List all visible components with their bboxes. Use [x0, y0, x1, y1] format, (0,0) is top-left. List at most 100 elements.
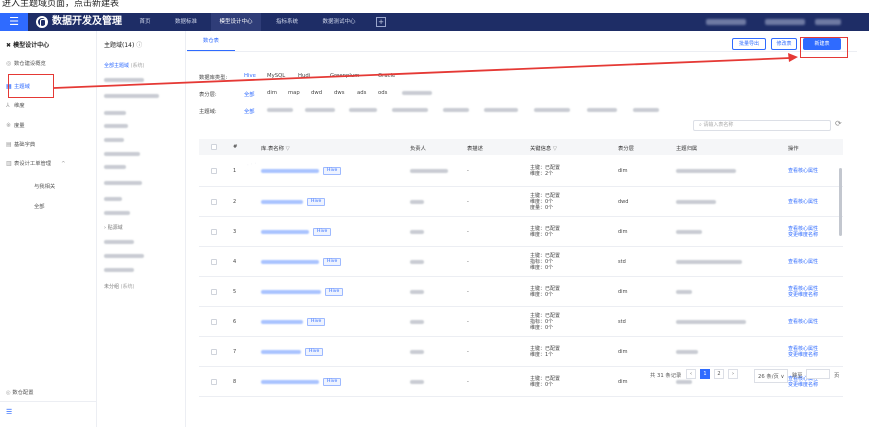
table-name-link[interactable] [261, 230, 309, 234]
domain-option-blurred[interactable] [484, 108, 518, 112]
domain-option-blurred[interactable] [267, 108, 293, 112]
sidebar-sub-related[interactable]: 与我相关 [34, 182, 55, 190]
batch-export-button[interactable]: 批量导出 [732, 38, 766, 50]
row-action-link[interactable]: 查看核心属性 [788, 168, 818, 174]
domain-item-blurred[interactable] [104, 240, 134, 244]
filter-layer-dws[interactable]: dws [334, 90, 344, 96]
filter-db-hive[interactable]: Hive [244, 73, 256, 79]
nav-model-design[interactable]: 模型设计中心 [211, 13, 261, 31]
domain-item-blurred[interactable] [104, 138, 124, 142]
domain-option-blurred[interactable] [534, 108, 570, 112]
page-1-button[interactable]: 1 [700, 369, 710, 379]
next-page-button[interactable]: › [728, 369, 738, 379]
sidebar-item-overview[interactable]: ◎ 数仓建设概览 [6, 58, 46, 70]
layer-option-blurred[interactable] [402, 91, 432, 95]
domain-item-blurred[interactable] [104, 124, 128, 128]
domain-item-blurred[interactable] [104, 254, 144, 258]
table-row[interactable]: 8 Hive - 主键：已配置 维度：0个 dim 查看核心属性 变更维度名称 [199, 367, 843, 397]
row-checkbox[interactable] [211, 289, 217, 295]
table-row[interactable]: 6 Hive - 主键：已配置 指标：0个 维度：0个 std 查看核心属性 [199, 307, 843, 337]
domain-item-blurred[interactable] [104, 111, 126, 115]
domain-item-blurred[interactable] [104, 94, 159, 98]
domain-item-blurred[interactable] [104, 197, 122, 201]
domain-group-label[interactable]: › 贴源域 [104, 224, 123, 231]
sidebar-item-workorder[interactable]: ▥ 表设计工单管理 ^ [6, 158, 66, 170]
table-scrollbar[interactable] [839, 168, 842, 236]
sidebar-sub-all[interactable]: 全部 [34, 202, 45, 210]
table-name-link[interactable] [261, 350, 301, 354]
select-all-checkbox[interactable] [211, 144, 217, 150]
domain-option-blurred[interactable] [349, 108, 377, 112]
domain-option-blurred[interactable] [305, 108, 335, 112]
table-row[interactable]: 4 Hive - 主键：已配置 指标：0个 维度：0个 std 查看核心属性 [199, 247, 843, 277]
row-action-link[interactable]: 变更维度名称 [788, 232, 818, 238]
nav-data-standard[interactable]: 数据标准 [167, 13, 205, 31]
row-checkbox[interactable] [211, 379, 217, 385]
col-table-name[interactable]: 库.表名称 ▽ [261, 144, 290, 152]
filter-funnel-icon[interactable]: ▽ [553, 146, 557, 152]
filter-layer-ads[interactable]: ads [357, 90, 366, 96]
collapse-caret-icon[interactable]: ^ [61, 161, 65, 167]
domain-item-all[interactable]: 全部主题域 (系统) [104, 62, 145, 69]
refresh-icon[interactable]: ⟳ [835, 119, 842, 128]
table-row[interactable]: 2 Hive - 主键：已配置 维度：0个 度量：0个 dwd 查看核心属性 [199, 187, 843, 217]
row-action-link[interactable]: 查看核心属性 [788, 319, 818, 325]
sidebar-item-dimension[interactable]: ⅄ 维度 [6, 100, 25, 112]
domain-item-blurred[interactable] [104, 211, 130, 215]
domain-option-blurred[interactable] [443, 108, 469, 112]
nav-metric-system[interactable]: 指标系统 [267, 13, 307, 31]
page-2-button[interactable]: 2 [714, 369, 724, 379]
prev-page-button[interactable]: ‹ [686, 369, 696, 379]
row-action-link[interactable]: 变更维度名称 [788, 382, 818, 388]
table-name-link[interactable] [261, 320, 303, 324]
domain-item-blurred[interactable] [104, 181, 142, 185]
filter-db-hudi[interactable]: Hudi [298, 73, 310, 79]
filter-layer-dwd[interactable]: dwd [311, 90, 322, 96]
row-action-link[interactable]: 查看核心属性 [788, 199, 818, 205]
table-name-link[interactable] [261, 169, 319, 173]
row-action-link[interactable]: 查看核心属性 [788, 259, 818, 265]
goto-page-input[interactable] [806, 369, 830, 379]
table-row[interactable]: 5 Hive - 主键：已配置 维度：0个 dim 查看核心属性 变更维度名称 [199, 277, 843, 307]
table-search-input[interactable]: ⌕ 请输入表名称 [693, 120, 831, 131]
row-action-link[interactable]: 变更维度名称 [788, 352, 818, 358]
domain-item-blurred[interactable] [104, 268, 134, 272]
filter-layer-ods[interactable]: ods [378, 90, 387, 96]
filter-domain-all[interactable]: 全部 [244, 107, 255, 115]
filter-db-oracle[interactable]: Oracle [378, 73, 395, 79]
domain-item-uncategorized[interactable]: 未分组 (系统) [104, 283, 135, 290]
domain-item-blurred[interactable] [104, 78, 144, 82]
domain-option-blurred[interactable] [633, 108, 659, 112]
filter-layer-dim[interactable]: dim [267, 90, 277, 96]
row-checkbox[interactable] [211, 259, 217, 265]
table-row[interactable]: 1 Hive - 主键：已配置 维度：2个 dim 查看核心属性 [199, 155, 843, 187]
sidebar-item-settings[interactable]: ◎ 数仓配置 [6, 388, 34, 396]
add-tab-icon[interactable]: + [376, 17, 386, 27]
modify-table-button[interactable]: 修改表 [771, 38, 797, 50]
table-name-link[interactable] [261, 260, 319, 264]
row-checkbox[interactable] [211, 319, 217, 325]
collapse-sidebar-icon[interactable]: ☰ [6, 408, 12, 416]
row-checkbox[interactable] [211, 199, 217, 205]
row-action-link[interactable]: 变更维度名称 [788, 292, 818, 298]
nav-home[interactable]: 首页 [131, 13, 159, 31]
col-key-info[interactable]: 关键信息 ▽ [530, 144, 557, 152]
page-size-select[interactable]: 26 条/页 ∨ [754, 369, 789, 383]
domain-option-blurred[interactable] [587, 108, 617, 112]
table-row[interactable]: 3 Hive - 主键：已配置 维度：0个 dim 查看核心属性 变更维度名称 [199, 217, 843, 247]
table-row[interactable]: 7 Hive - 主键：已配置 维度：1个 dim 查看核心属性 变更维度名称 [199, 337, 843, 367]
tab-warehouse-tables[interactable]: 数仓表 [187, 31, 235, 51]
table-name-link[interactable] [261, 290, 321, 294]
sidebar-item-dictionary[interactable]: ▤ 基础字典 [6, 139, 35, 151]
table-name-link[interactable] [261, 200, 303, 204]
domain-item-blurred[interactable] [104, 152, 140, 156]
menu-icon[interactable]: ☰ [0, 13, 28, 31]
row-checkbox[interactable] [211, 229, 217, 235]
sidebar-item-measure[interactable]: ※ 度量 [6, 120, 25, 132]
filter-db-mysql[interactable]: MySQL [267, 73, 285, 79]
filter-funnel-icon[interactable]: ▽ [286, 146, 290, 152]
filter-layer-map[interactable]: map [288, 90, 300, 96]
row-checkbox[interactable] [211, 349, 217, 355]
nav-data-test[interactable]: 数据测试中心 [314, 13, 364, 31]
filter-layer-all[interactable]: 全部 [244, 90, 255, 98]
